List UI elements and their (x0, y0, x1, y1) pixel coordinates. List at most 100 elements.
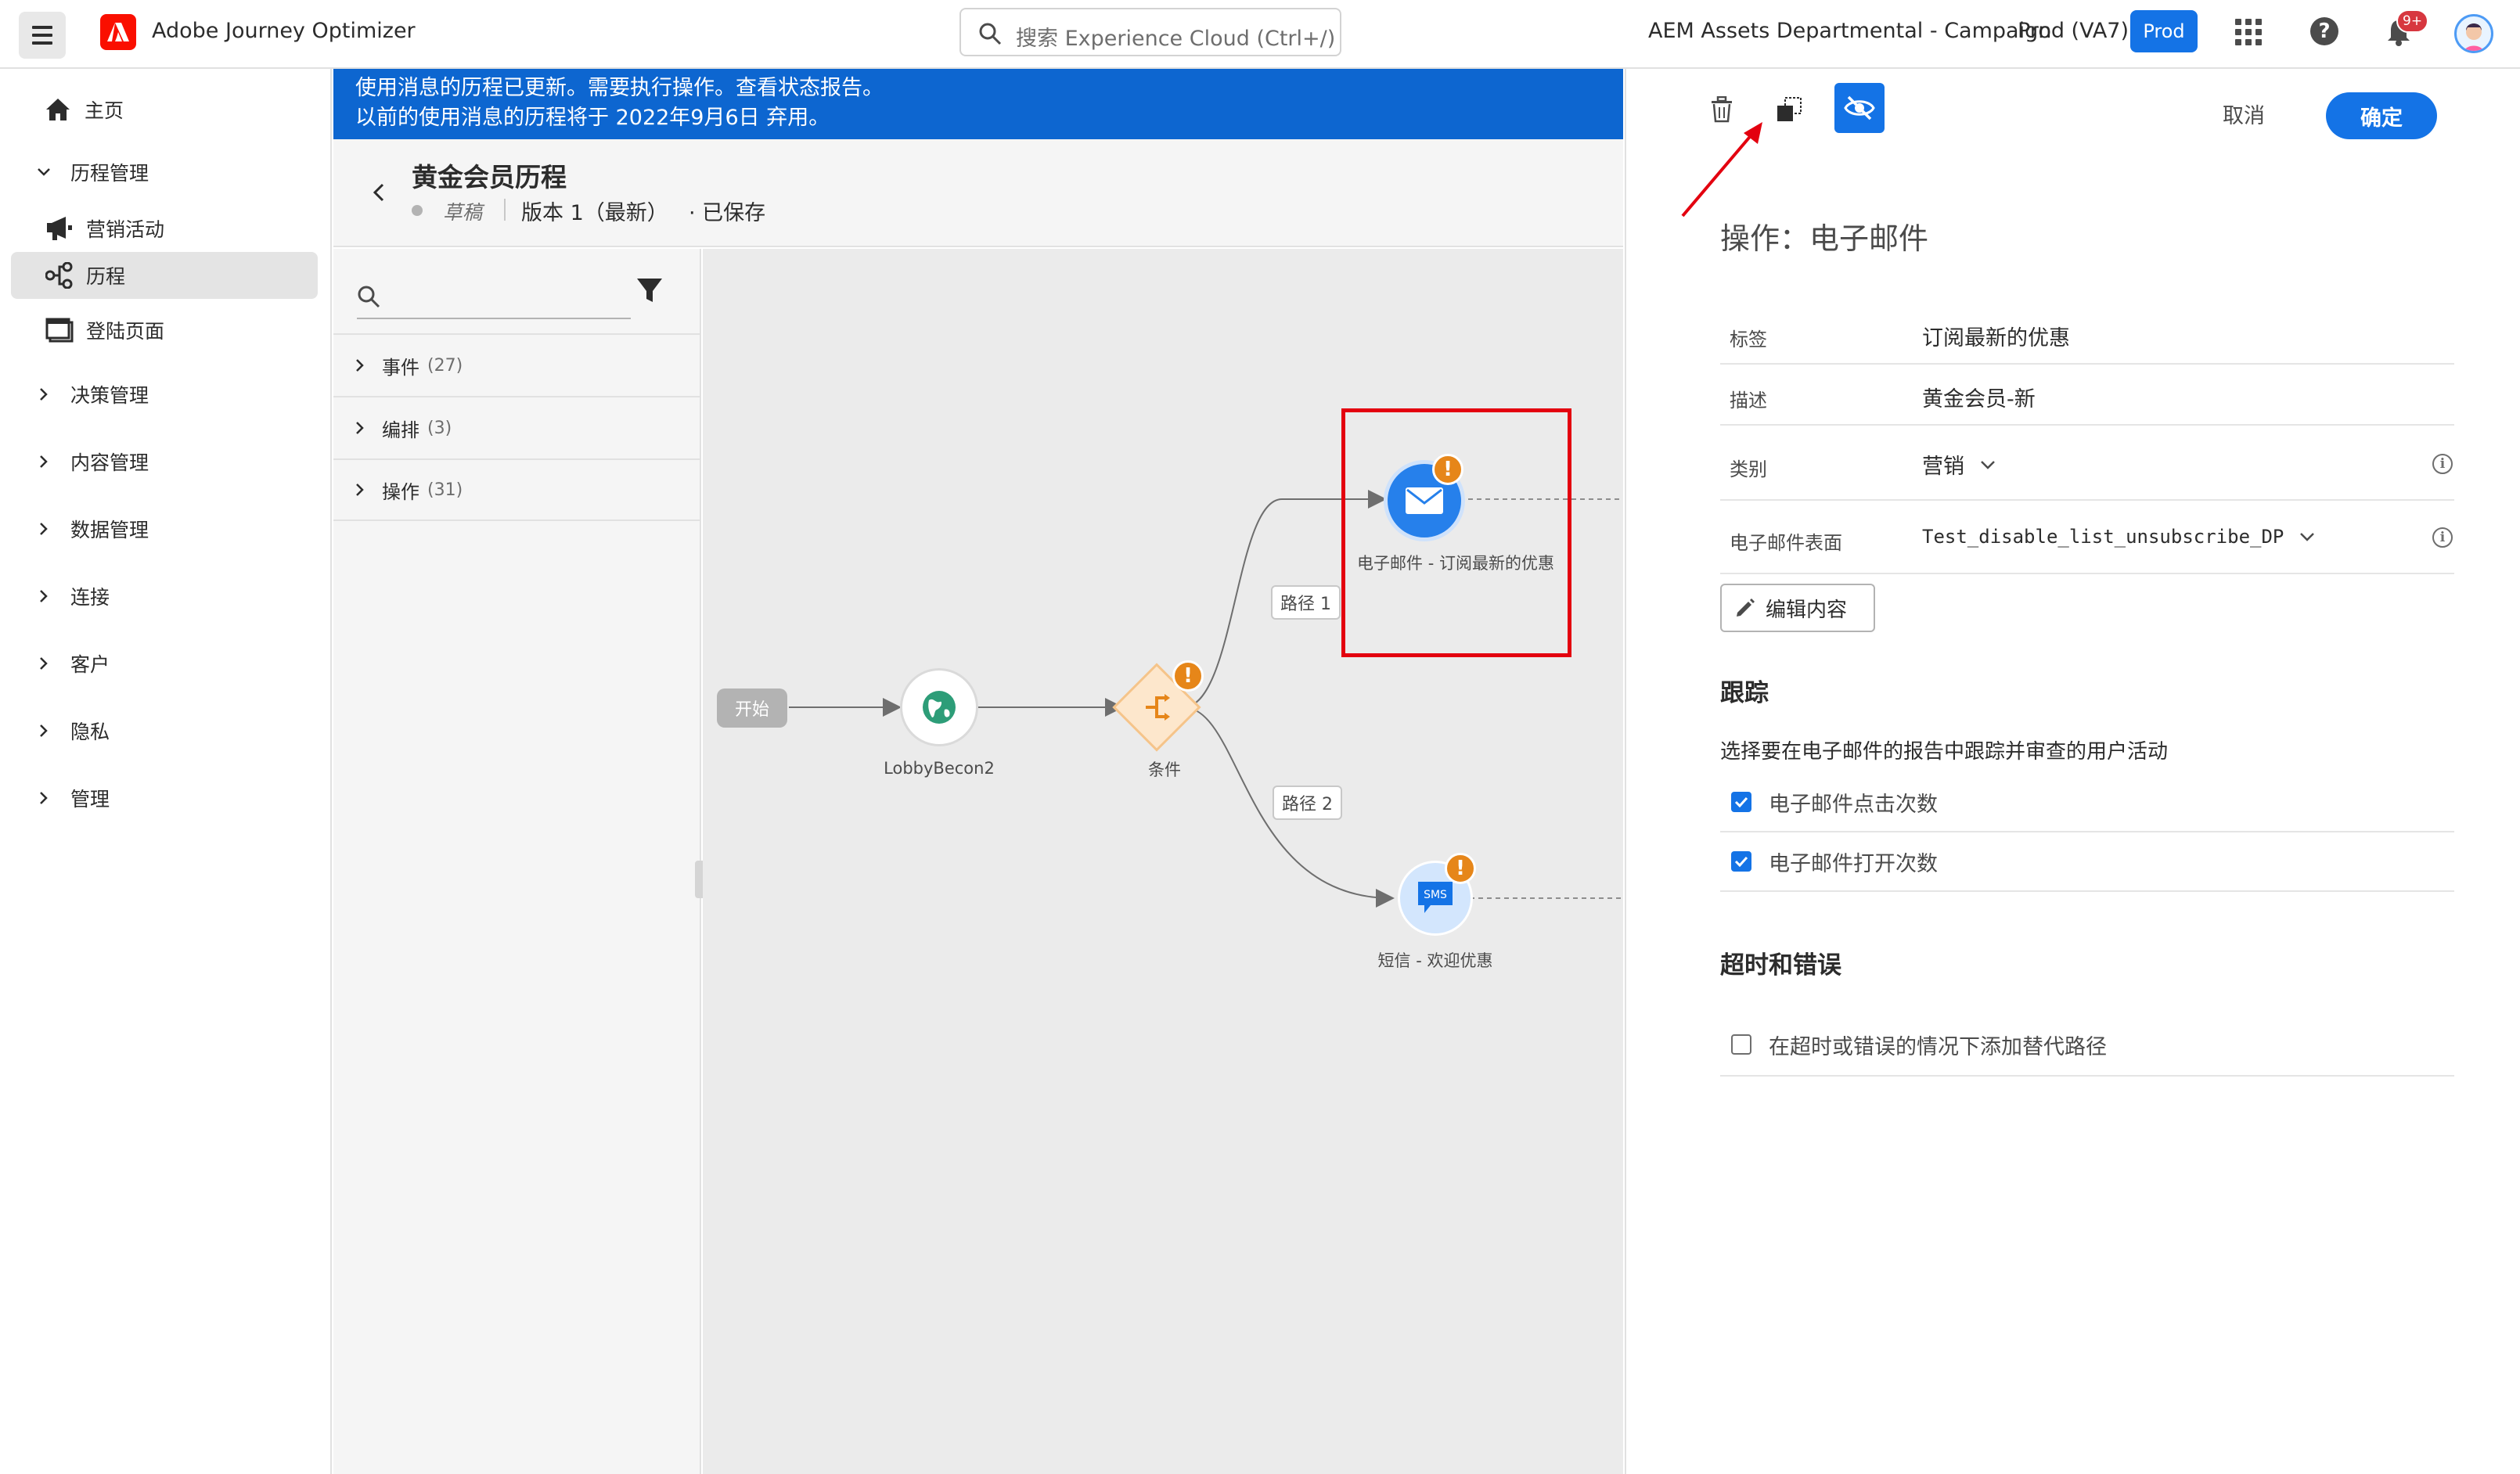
nav-journeys[interactable]: 历程 (11, 252, 318, 299)
chevron-right-icon (355, 358, 365, 372)
palette-category-events[interactable]: 事件 (27) (333, 333, 700, 396)
nav-section-privacy[interactable]: 隐私 (11, 707, 318, 754)
sms-node-label: 短信 - 欢迎优惠 (1377, 951, 1493, 970)
path-2-tag[interactable]: 路径 2 (1273, 786, 1342, 820)
nav-section-connections[interactable]: 连接 (11, 573, 318, 620)
nav-section-data-management[interactable]: 数据管理 (11, 505, 318, 552)
nav-section-customers[interactable]: 客户 (11, 640, 318, 687)
field-description-row[interactable]: 描述 黄金会员-新 (1720, 365, 2454, 426)
category-dropdown[interactable]: 营销 (1922, 449, 1996, 480)
sms-bubble-icon: SMS (1418, 882, 1453, 913)
chevron-left-icon (373, 183, 384, 202)
chevron-right-icon (34, 791, 53, 805)
condition-split-icon (1146, 694, 1170, 721)
notification-count-badge: 9+ (2396, 9, 2429, 33)
filter-icon[interactable] (634, 275, 665, 307)
field-description-value[interactable]: 黄金会员-新 (1922, 382, 2036, 412)
timeout-alternate-path-checkbox[interactable] (1731, 1034, 1751, 1055)
back-button[interactable] (365, 178, 393, 207)
app-title[interactable]: Adobe Journey Optimizer (152, 19, 416, 43)
search-icon (979, 23, 1002, 45)
condition-warning-icon[interactable]: ! (1172, 660, 1204, 692)
event-node-label: LobbyBecon2 (884, 759, 995, 778)
field-label-value[interactable]: 订阅最新的优惠 (1922, 321, 2070, 351)
banner-line-1: 使用消息的历程已更新。需要执行操作。查看状态报告。 (355, 76, 884, 100)
category-dropdown-value: 营销 (1922, 455, 1964, 479)
category-info-icon[interactable]: i (2432, 454, 2453, 474)
header-divider (504, 199, 506, 221)
ok-button[interactable]: 确定 (2326, 92, 2437, 139)
palette-search-input[interactable] (357, 272, 631, 319)
nav-section-label: 数据管理 (70, 519, 149, 541)
nav-section-administration[interactable]: 管理 (11, 775, 318, 821)
nav-home-label: 主页 (85, 99, 124, 122)
journey-status: 草稿 (443, 201, 483, 224)
tracking-description: 选择要在电子邮件的报告中跟踪并审查的用户活动 (1720, 740, 2169, 764)
checkmark-icon (1734, 856, 1748, 867)
palette-category-count: (3) (427, 418, 452, 438)
sandbox-switcher[interactable]: Prod (VA7) (2018, 19, 2129, 43)
event-node[interactable] (900, 668, 978, 746)
sms-warning-icon[interactable]: ! (1445, 853, 1476, 884)
action-properties-panel: 取消 确定 操作：电子邮件 标签 订阅最新的优惠 描述 黄金会员-新 类别 营销… (1625, 69, 2520, 1474)
adobe-logo-icon[interactable] (100, 14, 136, 50)
activity-palette: 事件 (27) 编排 (3) 操作 (31) (333, 249, 701, 1474)
timeout-section-title: 超时和错误 (1720, 951, 1841, 980)
start-node[interactable]: 开始 (717, 688, 787, 728)
journey-header: 黄金会员历程 草稿 版本 1（最新） · 已保存 (333, 139, 1623, 247)
surface-info-icon[interactable]: i (2432, 527, 2453, 548)
palette-category-orchestration[interactable]: 编排 (3) (333, 396, 700, 458)
megaphone-icon (44, 213, 75, 244)
sms-icon-text: SMS (1424, 889, 1447, 901)
top-bar: Adobe Journey Optimizer 搜索 Experience Cl… (0, 0, 2520, 69)
chevron-down-icon (1981, 460, 1995, 469)
chevron-right-icon (34, 455, 53, 469)
field-label-row[interactable]: 标签 订阅最新的优惠 (1720, 304, 2454, 365)
nav-section-decision-management[interactable]: 决策管理 (11, 371, 318, 418)
palette-category-label: 事件 (382, 356, 419, 379)
path-1-tag[interactable]: 路径 1 (1271, 585, 1341, 620)
deprecation-banner[interactable]: 使用消息的历程已更新。需要执行操作。查看状态报告。 以前的使用消息的历程将于 2… (333, 69, 1623, 139)
journey-saved-state: · 已保存 (689, 201, 766, 225)
tracking-clicks-option[interactable]: 电子邮件点击次数 (1720, 773, 2454, 832)
nav-campaigns[interactable]: 营销活动 (11, 205, 318, 252)
nav-section-label: 决策管理 (70, 384, 149, 407)
nav-section-label: 内容管理 (70, 451, 149, 474)
cancel-button[interactable]: 取消 (2223, 99, 2265, 129)
chevron-right-icon (34, 724, 53, 738)
chevron-down-icon (2300, 533, 2315, 541)
chevron-right-icon (34, 522, 53, 536)
org-switcher[interactable]: AEM Assets Departmental - Campaign (1648, 19, 2051, 43)
banner-line-2: 以前的使用消息的历程将于 2022年9月6日 弃用。 (355, 106, 830, 130)
nav-home[interactable]: 主页 (11, 86, 318, 133)
field-label-key: 标签 (1730, 329, 1767, 351)
tracking-section-title: 跟踪 (1720, 679, 1769, 707)
edit-content-button[interactable]: 编辑内容 (1720, 584, 1875, 632)
search-placeholder: 搜索 Experience Cloud (Ctrl+/) (1016, 27, 1336, 51)
eye-off-icon (1844, 95, 1875, 120)
nav-section-journey-management[interactable]: 历程管理 (11, 149, 318, 196)
chevron-right-icon (34, 589, 53, 603)
nav-landing-pages[interactable]: 登陆页面 (11, 307, 318, 354)
timeout-alternate-path-label: 在超时或错误的情况下添加替代路径 (1769, 1034, 2107, 1059)
field-category-key: 类别 (1730, 458, 1767, 480)
field-surface-row[interactable]: 电子邮件表面 Test_disable_list_unsubscribe_DP … (1720, 501, 2454, 574)
hide-show-toggle-button[interactable] (1834, 83, 1885, 133)
journey-canvas[interactable]: 开始 LobbyBecon2 ! 条件 路径 1 路径 2 ! 电子邮件 - 订… (703, 249, 1623, 1474)
help-icon[interactable]: ? (2310, 17, 2338, 45)
nav-section-content-management[interactable]: 内容管理 (11, 438, 318, 485)
email-surface-dropdown[interactable]: Test_disable_list_unsubscribe_DP (1922, 526, 2315, 548)
tracking-opens-checkbox[interactable] (1731, 851, 1751, 872)
tracking-opens-option[interactable]: 电子邮件打开次数 (1720, 832, 2454, 892)
user-avatar[interactable] (2454, 14, 2493, 53)
palette-category-actions[interactable]: 操作 (31) (333, 458, 700, 521)
hamburger-menu-button[interactable] (19, 12, 66, 59)
tracking-clicks-checkbox[interactable] (1731, 792, 1751, 812)
field-surface-key: 电子邮件表面 (1730, 532, 1842, 554)
condition-node-label: 条件 (1148, 760, 1181, 779)
timeout-alternate-path-option[interactable]: 在超时或错误的情况下添加替代路径 (1720, 1014, 2454, 1077)
app-switcher-icon[interactable] (2235, 19, 2262, 45)
field-category-row[interactable]: 类别 营销 i (1720, 426, 2454, 501)
global-search-input[interactable]: 搜索 Experience Cloud (Ctrl+/) (959, 8, 1341, 56)
email-surface-dropdown-value: Test_disable_list_unsubscribe_DP (1922, 526, 2284, 548)
